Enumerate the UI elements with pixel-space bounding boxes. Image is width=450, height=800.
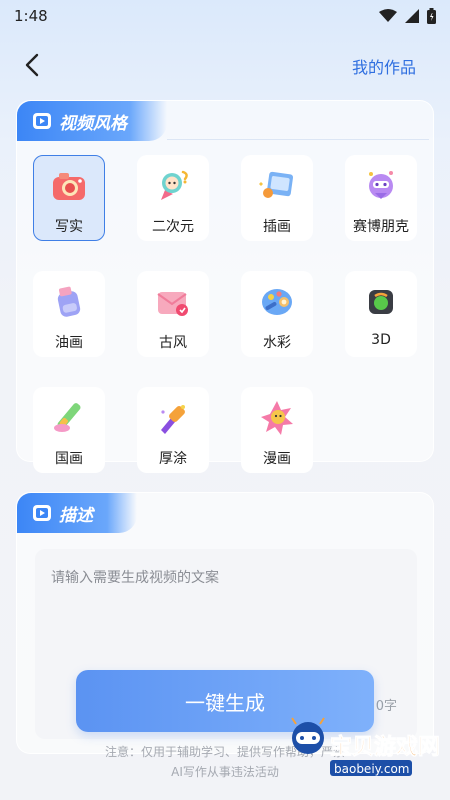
status-bar: 1:48 — [0, 0, 450, 32]
svg-text:baobeiy.com: baobeiy.com — [334, 762, 409, 776]
status-time: 1:48 — [14, 7, 48, 25]
video-style-title: 视频风格 — [59, 113, 127, 134]
comic-burst-icon — [261, 401, 293, 435]
style-label: 3D — [371, 332, 391, 348]
style-option-thick-paint[interactable]: 厚涂 — [137, 387, 209, 473]
section-divider — [167, 139, 429, 140]
style-label: 古风 — [159, 335, 187, 351]
style-option-chinese-painting[interactable]: 国画 — [33, 387, 105, 473]
battery-icon — [427, 8, 436, 24]
style-label: 漫画 — [263, 451, 291, 467]
anime-character-icon — [161, 170, 188, 200]
style-option-anime[interactable]: 二次元 — [137, 155, 209, 241]
style-label: 厚涂 — [159, 451, 187, 467]
style-label: 国画 — [55, 451, 83, 467]
wifi-icon — [379, 9, 397, 22]
paint-brush-icon — [161, 405, 185, 434]
paint-bottle-icon — [57, 286, 81, 317]
back-arrow-icon[interactable] — [20, 52, 46, 78]
style-label: 油画 — [55, 335, 83, 351]
style-option-oil-painting[interactable]: 油画 — [33, 271, 105, 357]
style-label: 赛博朋克 — [353, 219, 409, 235]
status-icons — [379, 8, 436, 24]
video-tag-icon — [33, 505, 51, 521]
description-title: 描述 — [59, 505, 93, 526]
char-count: 0字 — [375, 699, 397, 714]
cyberpunk-robot-icon — [369, 171, 393, 199]
video-tag-icon — [33, 113, 51, 129]
style-label: 二次元 — [152, 219, 194, 235]
header: 我的作品 — [0, 40, 450, 90]
style-option-illustration[interactable]: 插画 — [241, 155, 313, 241]
video-style-card: 视频风格 写实 二次元 插画 赛博朋克 油画 古风 水彩 3D 国画 厚涂 漫画 — [16, 100, 434, 473]
style-label: 插画 — [263, 219, 291, 235]
style-option-3d[interactable]: 3D — [345, 271, 417, 357]
style-option-cyberpunk[interactable]: 赛博朋克 — [345, 155, 417, 241]
illustration-board-icon — [259, 171, 294, 198]
video-style-section-tag: 视频风格 — [17, 101, 167, 141]
style-option-ancient[interactable]: 古风 — [137, 271, 209, 357]
style-label: 写实 — [55, 219, 83, 235]
style-grid: 写实 二次元 插画 赛博朋克 油画 古风 水彩 3D 国画 厚涂 漫画 — [33, 155, 419, 473]
brush-pen-icon — [54, 403, 81, 432]
camera-icon — [53, 173, 85, 200]
watermark-logo: 宝贝游戏网 baobeiy.com — [291, 717, 440, 776]
style-option-comic[interactable]: 漫画 — [241, 387, 313, 473]
style-option-watercolor[interactable]: 水彩 — [241, 271, 313, 357]
style-option-realistic[interactable]: 写实 — [33, 155, 105, 241]
3d-box-icon — [369, 290, 393, 314]
style-label: 水彩 — [263, 335, 291, 351]
signal-icon — [405, 9, 419, 23]
my-works-link[interactable]: 我的作品 — [352, 54, 416, 78]
svg-text:宝贝游戏网: 宝贝游戏网 — [330, 734, 440, 760]
watercolor-palette-icon — [262, 289, 292, 315]
description-section-tag: 描述 — [17, 493, 137, 533]
envelope-icon — [157, 292, 188, 316]
